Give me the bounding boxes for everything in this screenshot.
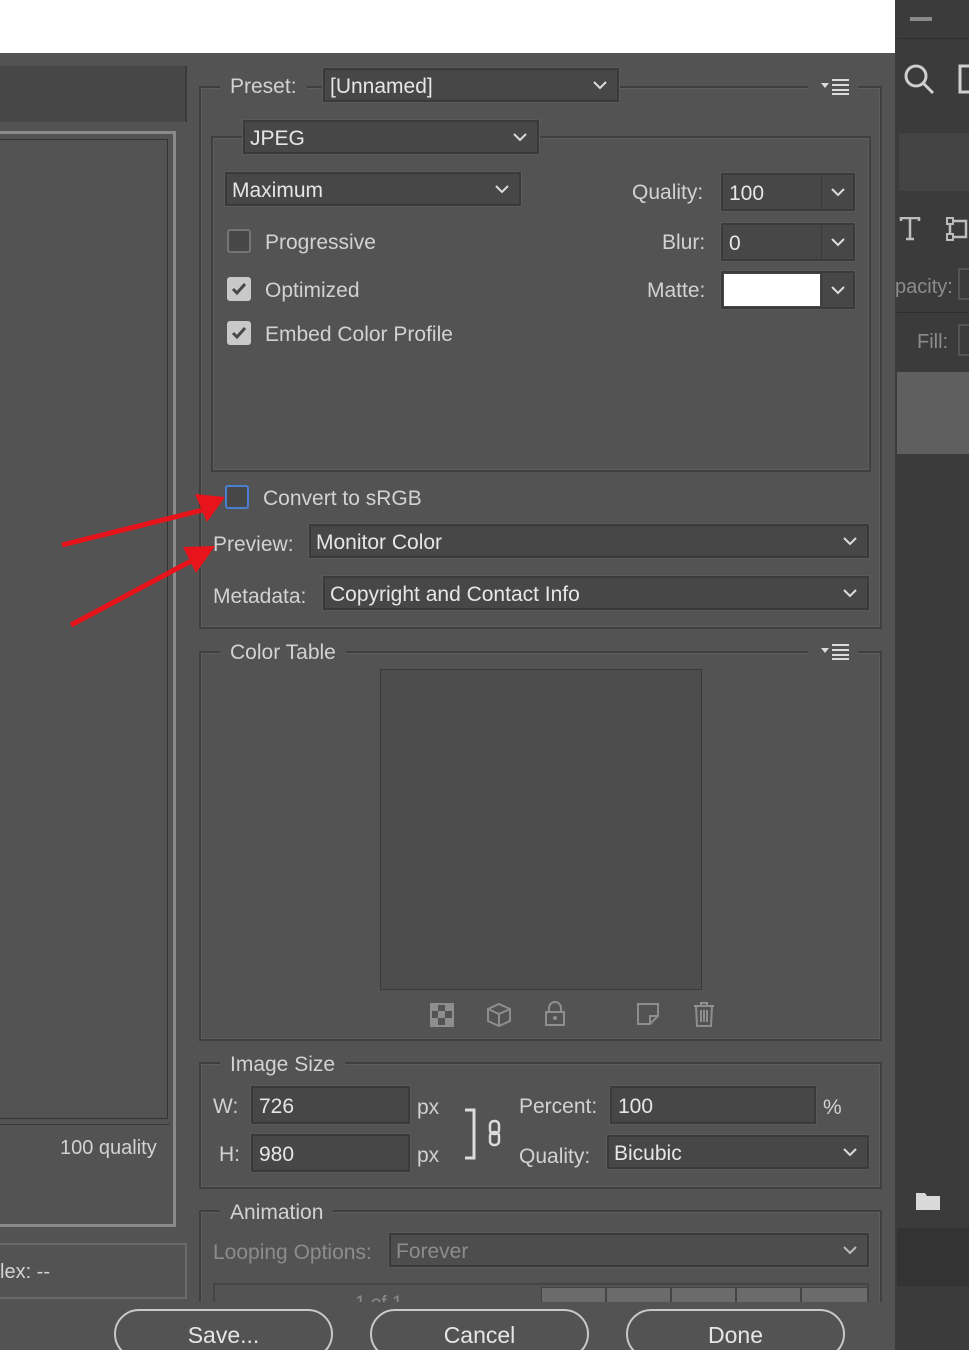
progressive-label: Progressive: [265, 231, 376, 254]
color-table-swatches[interactable]: [380, 669, 702, 990]
quality-field[interactable]: 100: [721, 173, 855, 211]
embed-color-profile-label: Embed Color Profile: [265, 323, 453, 346]
blur-value: 0: [729, 232, 741, 255]
blur-combo-button[interactable]: [821, 225, 853, 259]
width-label: W:: [213, 1095, 239, 1118]
chevron-down-icon: [843, 1246, 857, 1255]
matte-color-swatch[interactable]: [724, 274, 820, 306]
cancel-button[interactable]: Cancel: [370, 1309, 589, 1350]
transform-tool-icon[interactable]: [946, 217, 969, 241]
fill-label: Fill:: [917, 331, 949, 353]
color-index-text: lex: --: [0, 1261, 50, 1283]
panel-divider: [897, 312, 969, 313]
blur-field[interactable]: 0: [721, 223, 855, 261]
preview-divider: [0, 1124, 170, 1125]
preview-dropdown[interactable]: Monitor Color: [309, 524, 869, 558]
looping-options-value: Forever: [396, 1240, 469, 1263]
percent-field[interactable]: 100: [610, 1086, 816, 1124]
matte-field[interactable]: [721, 271, 855, 309]
matte-label: Matte:: [647, 279, 706, 302]
image-size-title: Image Size: [220, 1054, 346, 1075]
annotation-arrowhead: [195, 494, 225, 522]
resample-quality-value: Bicubic: [614, 1142, 682, 1165]
metadata-value: Copyright and Contact Info: [330, 583, 580, 606]
color-table-menu-icon[interactable]: [820, 642, 850, 660]
settings-menu-icon[interactable]: [820, 77, 850, 95]
looping-options-label: Looping Options:: [213, 1241, 372, 1264]
new-color-icon[interactable]: [636, 1002, 660, 1026]
chevron-down-icon: [831, 238, 845, 247]
workspace-tab: [899, 133, 969, 191]
format-dropdown[interactable]: JPEG: [243, 120, 539, 154]
preview-quality-text: 100 quality: [60, 1137, 157, 1159]
folder-icon[interactable]: [915, 1189, 941, 1211]
chevron-down-icon: [831, 188, 845, 197]
done-button[interactable]: Done: [626, 1309, 845, 1350]
metadata-dropdown[interactable]: Copyright and Contact Info: [323, 576, 869, 610]
embed-color-profile-checkbox[interactable]: [227, 321, 251, 345]
percent-unit: %: [823, 1096, 842, 1119]
looping-options-dropdown[interactable]: Forever: [389, 1233, 869, 1267]
save-button[interactable]: Save...: [114, 1309, 333, 1350]
percent-label: Percent:: [519, 1095, 598, 1118]
optimized-checkbox[interactable]: [227, 277, 251, 301]
chevron-down-icon: [495, 185, 509, 194]
quality-level-value: Maximum: [232, 179, 324, 202]
percent-value: 100: [618, 1095, 654, 1118]
fill-field[interactable]: [958, 324, 969, 356]
layer-row-selected[interactable]: [897, 372, 969, 454]
checkmark-icon: [231, 327, 247, 340]
progressive-checkbox[interactable]: [227, 229, 251, 253]
chevron-down-icon: [843, 537, 857, 546]
annotation-arrowhead: [183, 546, 215, 573]
format-value: JPEG: [250, 127, 305, 150]
optimized-label: Optimized: [265, 279, 360, 302]
panel-toggle-icon[interactable]: [958, 64, 969, 94]
height-value: 980: [259, 1143, 295, 1166]
animation-title: Animation: [220, 1202, 334, 1223]
search-icon[interactable]: [903, 63, 935, 95]
transparency-icon[interactable]: [430, 1003, 454, 1027]
width-unit: px: [417, 1096, 440, 1119]
height-unit: px: [417, 1144, 440, 1167]
blur-label: Blur:: [662, 231, 706, 254]
workspace-side-panel: [895, 0, 969, 1350]
height-field[interactable]: 980: [251, 1134, 410, 1172]
chevron-down-icon: [513, 133, 527, 142]
quality-combo-button[interactable]: [821, 175, 853, 209]
quality-value: 100: [729, 182, 765, 205]
resample-quality-label: Quality:: [519, 1145, 591, 1168]
chevron-down-icon: [843, 1148, 857, 1157]
matte-combo-button[interactable]: [821, 273, 853, 307]
resample-quality-dropdown[interactable]: Bicubic: [607, 1135, 869, 1169]
preview-value: Monitor Color: [316, 531, 443, 554]
link-proportions-icon[interactable]: [462, 1108, 506, 1160]
quality-label: Quality:: [632, 181, 704, 204]
height-label: H:: [219, 1143, 240, 1166]
color-table-title: Color Table: [220, 642, 346, 663]
opacity-field[interactable]: [958, 268, 969, 300]
preset-label: Preset:: [220, 76, 307, 97]
panel-divider: [897, 38, 969, 39]
chevron-down-icon: [843, 589, 857, 598]
opacity-label: pacity:: [895, 276, 953, 298]
preset-value: [Unnamed]: [330, 75, 433, 98]
minimize-icon[interactable]: [910, 17, 932, 21]
chevron-down-icon: [593, 81, 607, 90]
trash-icon[interactable]: [693, 1001, 715, 1027]
top-white-strip: [0, 0, 895, 53]
chevron-down-icon: [831, 286, 845, 295]
checkmark-icon: [231, 283, 247, 296]
convert-srgb-label: Convert to sRGB: [263, 487, 422, 510]
quality-level-dropdown[interactable]: Maximum: [225, 172, 521, 206]
preset-dropdown[interactable]: [Unnamed]: [323, 68, 619, 102]
lock-icon[interactable]: [544, 1001, 566, 1027]
preview-tab-header: [0, 66, 187, 122]
workspace-footer: [897, 1228, 969, 1286]
annotation-arrows: [61, 494, 225, 628]
width-value: 726: [259, 1095, 295, 1118]
type-tool-icon[interactable]: [899, 217, 921, 241]
width-field[interactable]: 726: [251, 1086, 410, 1124]
web-safe-cube-icon[interactable]: [486, 1002, 512, 1028]
